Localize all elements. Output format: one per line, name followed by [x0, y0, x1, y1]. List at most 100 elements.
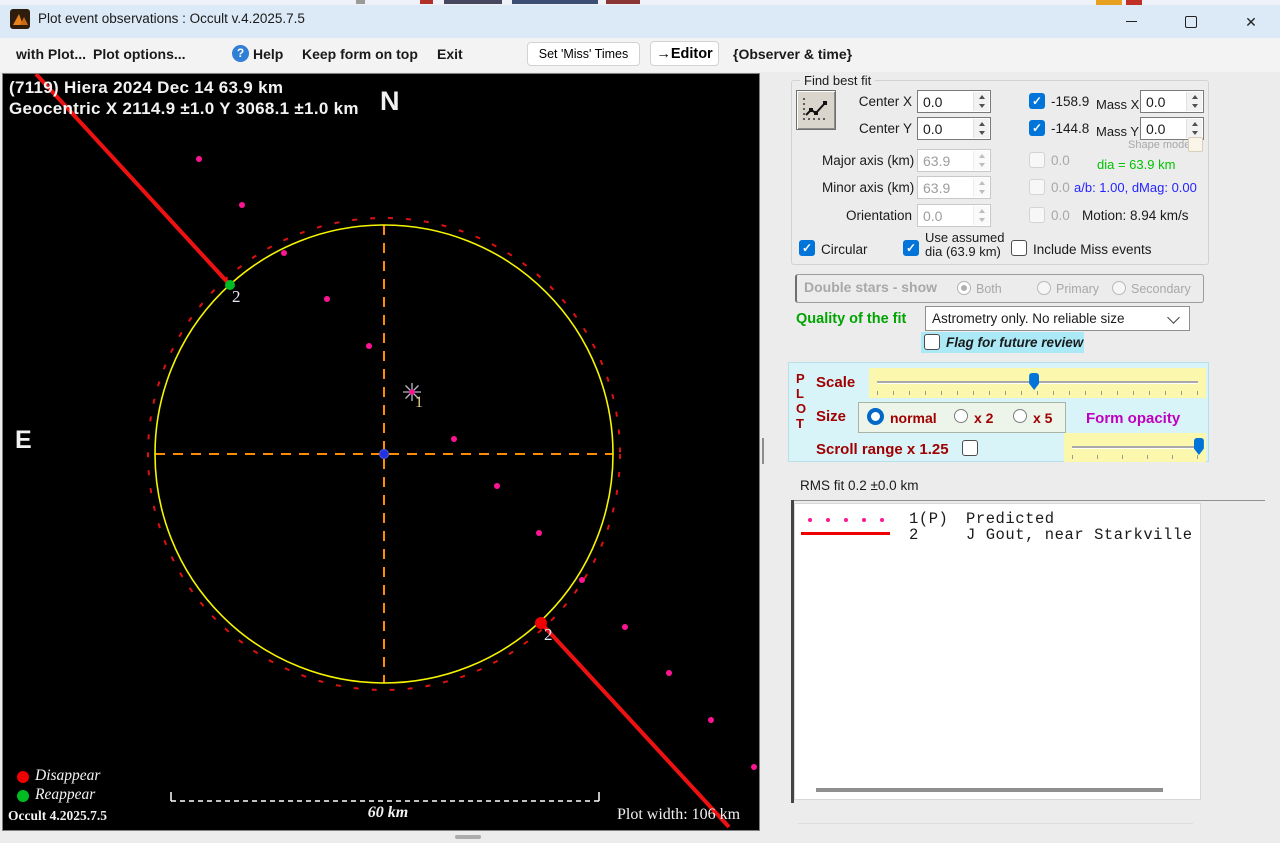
major-axis-fit-value: 0.0: [1051, 153, 1070, 168]
form-opacity-slider-track: [1072, 446, 1198, 448]
form-opacity-slider-thumb[interactable]: [1194, 438, 1204, 455]
plot-header-geocentric: Geocentric X 2114.9 ±1.0 Y 3068.1 ±1.0 k…: [9, 99, 359, 119]
diameter-value: dia = 63.9 km: [1097, 157, 1175, 172]
predicted-path-dot: [451, 436, 457, 442]
scale-slider[interactable]: [869, 368, 1206, 398]
sliver-fragment: [356, 0, 365, 4]
chevron-down-icon: [1167, 311, 1180, 324]
predicted-path-dot: [196, 156, 202, 162]
predicted-path-dot: [666, 670, 672, 676]
observations-list[interactable]: 1(P) Predicted 2 J Gout, near Starkville: [794, 503, 1201, 800]
predicted-path-dot: [281, 250, 287, 256]
major-axis-label: Major axis (km): [822, 153, 912, 168]
scale-slider-thumb[interactable]: [1029, 373, 1039, 390]
center-dot: [380, 450, 389, 459]
occult-plot-window: Plot event observations : Occult v.4.202…: [0, 0, 1280, 843]
help-icon: ?: [232, 45, 249, 62]
reappear-legend-dot: [17, 790, 29, 802]
menu-with-plot[interactable]: with Plot...: [16, 46, 86, 62]
use-assumed-dia-label: Use assumeddia (63.9 km): [925, 231, 1004, 259]
menu-keep-on-top[interactable]: Keep form on top: [302, 46, 418, 62]
maximize-button[interactable]: [1168, 5, 1214, 38]
predicted-path-dot: [622, 624, 628, 630]
ab-dmag-value: a/b: 1.00, dMag: 0.00: [1074, 180, 1197, 195]
predicted-path-dot: [324, 296, 330, 302]
menu-exit[interactable]: Exit: [437, 46, 463, 62]
size-x2-radio[interactable]: [954, 409, 968, 423]
shape-model-checkbox[interactable]: [1188, 137, 1203, 152]
splitter-handle[interactable]: [762, 438, 764, 464]
close-button[interactable]: ✕: [1228, 5, 1274, 38]
line-chart-icon: [797, 91, 833, 127]
center-y-label: Center Y: [830, 121, 912, 136]
flag-review-label: Flag for future review: [946, 335, 1083, 350]
list-top-border: [791, 500, 1265, 501]
editor-button[interactable]: →Editor: [650, 41, 719, 66]
circular-checkbox[interactable]: [799, 240, 815, 256]
include-miss-checkbox[interactable]: [1011, 240, 1027, 256]
quality-dropdown-value: Astrometry only. No reliable size: [932, 311, 1125, 326]
horizontal-scrollbar-thumb[interactable]: [455, 835, 481, 839]
scroll-range-checkbox[interactable]: [962, 440, 978, 456]
size-normal-radio[interactable]: [867, 408, 884, 425]
center-y-spinner[interactable]: 0.0: [917, 117, 991, 140]
predicted-path-dot: [536, 530, 542, 536]
double-stars-both-label: Both: [976, 282, 1002, 296]
list-scrollbar-thumb[interactable]: [816, 788, 1163, 792]
app-icon: [10, 9, 30, 29]
quality-dropdown[interactable]: Astrometry only. No reliable size: [925, 306, 1190, 331]
find-best-fit-label: Find best fit: [800, 73, 875, 88]
center-x-label: Center X: [830, 94, 912, 109]
scroll-range-label: Scroll range x 1.25: [816, 441, 949, 458]
star-path-label: 1: [415, 394, 423, 412]
observed-chord: [541, 623, 729, 827]
sliver-fragment: [606, 0, 640, 4]
motion-value: Motion: 8.94 km/s: [1082, 208, 1189, 223]
flag-review-checkbox[interactable]: [924, 334, 940, 350]
plot-letter-t: T: [796, 416, 804, 431]
disappear-legend-label: Disappear: [35, 767, 100, 785]
size-label: Size: [816, 408, 846, 425]
observation-name: J Gout, near Starkville: [966, 526, 1193, 544]
circular-label: Circular: [821, 242, 868, 257]
plot-canvas[interactable]: [3, 74, 759, 830]
set-miss-times-button[interactable]: Set 'Miss' Times: [527, 42, 640, 66]
center-x-checkbox[interactable]: [1029, 93, 1045, 109]
major-axis-spinner: 63.9: [917, 149, 991, 172]
reappear-legend-label: Reappear: [35, 786, 95, 804]
size-x5-radio[interactable]: [1013, 409, 1027, 423]
orientation-label: Orientation: [822, 208, 912, 223]
double-stars-both-radio: [957, 281, 971, 295]
plot-area: (7119) Hiera 2024 Dec 14 63.9 km Geocent…: [2, 73, 760, 831]
mass-x-spinner[interactable]: 0.0: [1140, 90, 1204, 113]
scalebar-label: 60 km: [343, 804, 433, 822]
minor-axis-spinner: 63.9: [917, 176, 991, 199]
scale-label: Scale: [816, 374, 855, 391]
center-y-checkbox[interactable]: [1029, 120, 1045, 136]
east-label: E: [15, 426, 32, 455]
minor-axis-checkbox: [1029, 179, 1045, 195]
title-bar[interactable]: Plot event observations : Occult v.4.202…: [0, 5, 1280, 38]
version-label: Occult 4.2025.7.5: [8, 808, 107, 824]
predicted-path-dot: [579, 577, 585, 583]
chord-line-sample: [801, 532, 890, 535]
quality-label: Quality of the fit: [796, 311, 906, 327]
minimize-button[interactable]: [1108, 5, 1154, 38]
rms-fit-label: RMS fit 0.2 ±0.0 km: [800, 478, 918, 493]
form-opacity-slider[interactable]: [1064, 433, 1206, 462]
menu-help[interactable]: ?Help: [253, 46, 283, 62]
center-x-spinner[interactable]: 0.0: [917, 90, 991, 113]
sliver-fragment: [420, 0, 433, 4]
plot-letter-o: O: [796, 401, 806, 416]
shape-model-label: Shape model: [1128, 139, 1193, 151]
double-stars-label: Double stars - show: [804, 279, 937, 295]
menu-plot-options[interactable]: Plot options...: [93, 46, 186, 62]
form-opacity-label: Form opacity: [1086, 410, 1180, 427]
plot-header-object: (7119) Hiera 2024 Dec 14 63.9 km: [9, 78, 283, 98]
star-symbol: [409, 389, 415, 395]
mass-y-label: Mass Y: [1096, 124, 1139, 139]
orientation-fit-value: 0.0: [1051, 208, 1070, 223]
window-title: Plot event observations : Occult v.4.202…: [38, 11, 305, 26]
minor-axis-fit-value: 0.0: [1051, 180, 1070, 195]
use-assumed-dia-checkbox[interactable]: [903, 240, 919, 256]
